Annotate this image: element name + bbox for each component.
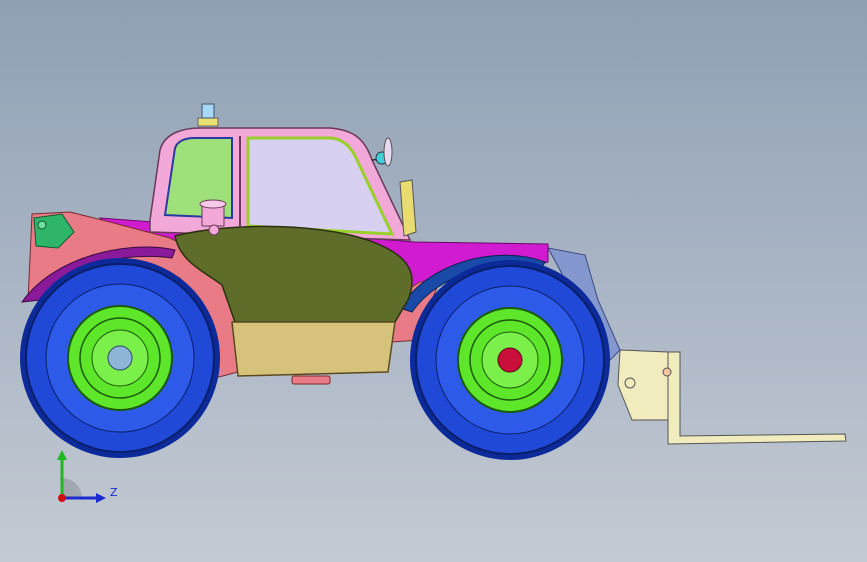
telehandler-model[interactable] <box>0 0 867 562</box>
front-hub <box>497 347 523 373</box>
cab-side-window <box>246 136 395 236</box>
rear-wheel[interactable] <box>20 258 220 458</box>
lower-side-panel <box>231 321 396 377</box>
cad-3d-viewport[interactable]: Y Z <box>0 0 867 562</box>
operator-cab[interactable] <box>149 127 412 241</box>
beacon-light <box>197 103 219 127</box>
front-wheel[interactable] <box>410 260 610 460</box>
z-axis-label: Z <box>110 486 118 499</box>
axis-triad: Y Z <box>57 450 118 503</box>
rear-hub <box>107 345 133 371</box>
side-mirror <box>371 137 393 167</box>
fork-assembly[interactable] <box>617 349 847 445</box>
step-plate <box>291 375 331 385</box>
